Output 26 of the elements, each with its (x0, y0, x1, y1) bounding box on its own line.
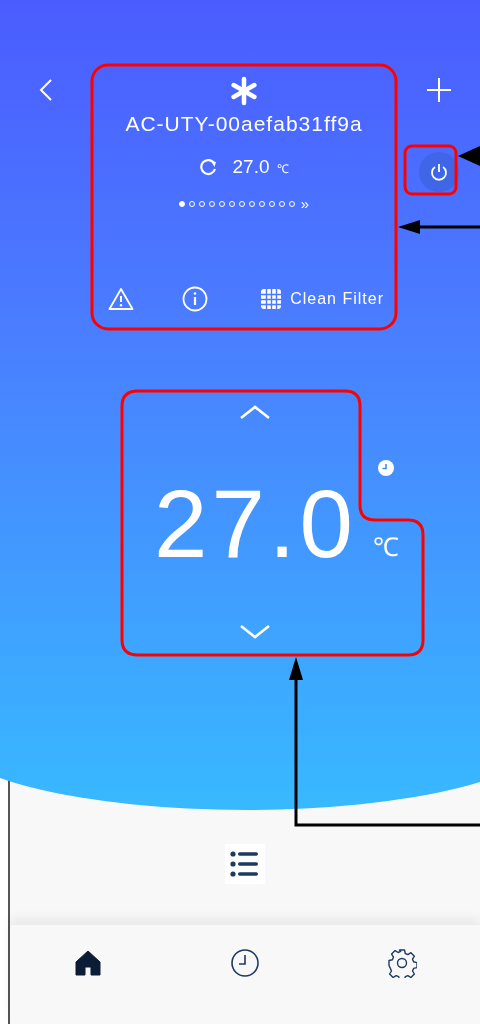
refresh-icon (198, 158, 219, 176)
setpoint-unit: ℃ (372, 531, 399, 564)
current-temperature: 27.0 (232, 156, 270, 178)
device-name: AC-UTY-00aefab31ff9a (125, 112, 363, 136)
annotation-arrow (458, 146, 480, 166)
chevron-down-icon (239, 624, 271, 640)
clock-icon (377, 460, 394, 476)
clean-filter-button[interactable]: Clean Filter (260, 288, 384, 310)
filter-grid-icon (260, 288, 283, 310)
back-icon (38, 78, 54, 102)
temperature-unit: ℃ (277, 161, 290, 177)
power-icon (429, 162, 449, 182)
clock-icon (230, 948, 260, 978)
home-icon (74, 949, 103, 977)
info-icon[interactable] (182, 286, 208, 312)
setpoint-temperature: 27.0 (154, 476, 357, 572)
settings-icon (386, 948, 417, 978)
warning-icon[interactable] (108, 287, 134, 311)
page-dot[interactable] (178, 200, 185, 207)
chevron-up-icon (239, 404, 271, 420)
list-button[interactable] (225, 844, 265, 884)
callout-outline (403, 144, 458, 196)
more-pages[interactable]: » (300, 196, 310, 211)
snowflake-icon (229, 76, 259, 106)
plus-icon (426, 77, 452, 103)
list-icon (230, 850, 260, 878)
